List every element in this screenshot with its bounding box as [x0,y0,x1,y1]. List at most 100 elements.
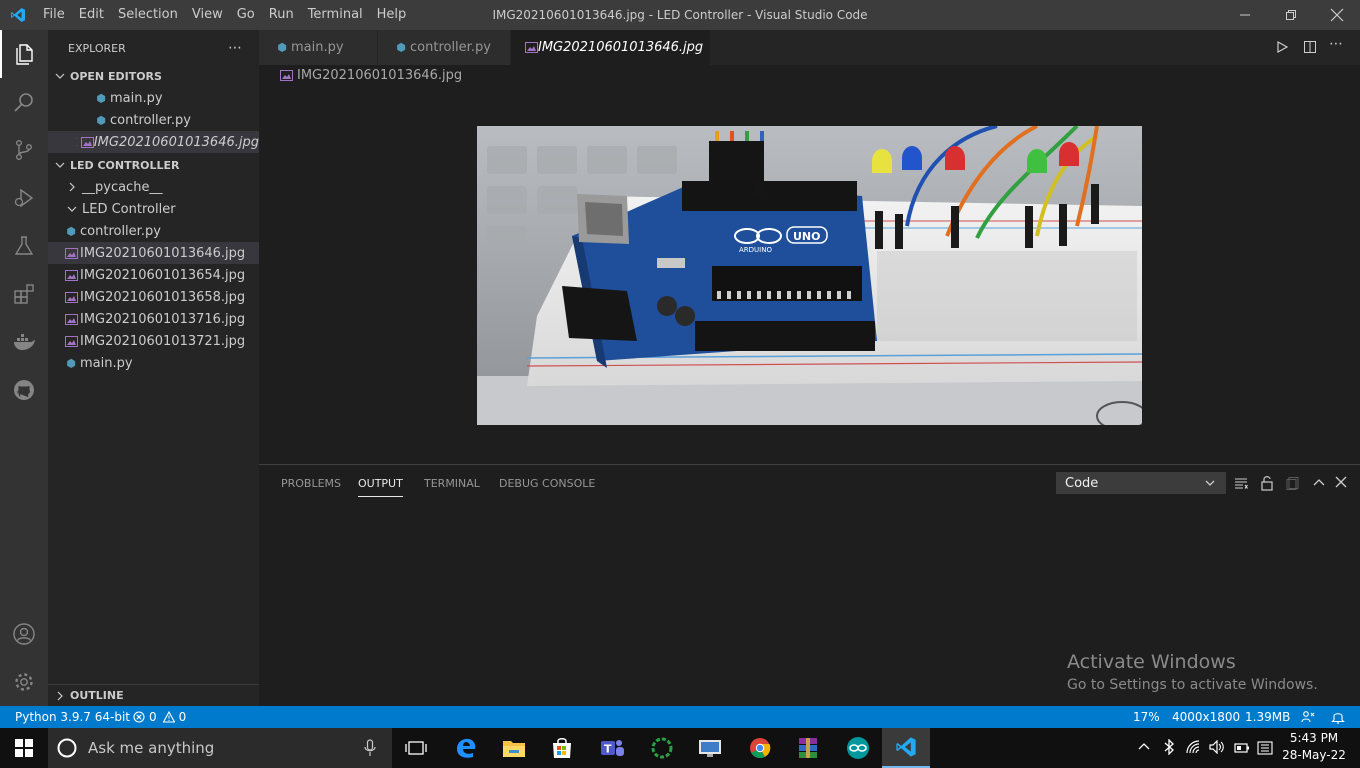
store-taskbar-button[interactable] [538,728,586,768]
tab-main-py[interactable]: ⬢ main.py [259,30,378,65]
more-actions-icon[interactable]: ⋯ [228,40,243,56]
teams-taskbar-button[interactable]: T [588,728,636,768]
circular-app-taskbar-button[interactable] [638,728,686,768]
menu-file[interactable]: File [36,0,72,30]
file-label: IMG20210601013721.jpg [80,333,246,349]
tab-terminal[interactable]: TERMINAL [424,477,480,490]
accounts-activity-button[interactable] [0,610,48,658]
menu-edit[interactable]: Edit [72,0,111,30]
close-icon [1330,8,1344,22]
tab-controller-py[interactable]: ⬢ controller.py [378,30,511,65]
manage-activity-button[interactable] [0,658,48,706]
python-interpreter[interactable]: Python 3.9.7 64-bit [15,706,130,728]
file-item[interactable]: IMG20210601013658.jpg [48,286,259,308]
battery-tray-icon[interactable] [1234,742,1250,754]
menu-go[interactable]: Go [230,0,262,30]
zoom-level[interactable]: 17% [1133,706,1160,728]
open-editor-item[interactable]: ⬢ main.py [48,87,259,109]
open-editor-item[interactable]: IMG20210601013646.jpg [48,131,259,153]
gear-icon [15,673,33,691]
close-icon [1335,476,1347,488]
folder-item[interactable]: LED Controller [48,198,259,220]
problems-indicator[interactable]: 0 0 [133,706,186,728]
edge-icon [457,738,476,758]
wifi-tray-icon[interactable] [1186,740,1202,754]
menu-terminal[interactable]: Terminal [301,0,370,30]
lock-scroll-button[interactable] [1260,475,1274,491]
close-window-button[interactable] [1314,0,1360,30]
outline-section[interactable]: OUTLINE [48,684,259,706]
menu-run[interactable]: Run [262,0,301,30]
file-label: controller.py [80,223,161,239]
image-preview[interactable]: UNO ARDUINO [477,126,1142,425]
more-actions-icon[interactable]: ⋯ [1329,36,1343,52]
tab-problems[interactable]: PROBLEMS [281,477,341,490]
tab-image[interactable]: IMG20210601013646.jpg [511,30,711,65]
file-item[interactable]: IMG20210601013646.jpg [48,242,259,264]
clock[interactable]: 5:43 PM 28-May-22 [1280,730,1348,764]
folder-label: LED Controller [82,201,176,217]
output-channel-select[interactable]: Code [1056,472,1226,494]
error-icon [133,711,145,723]
task-view-button[interactable] [392,728,440,768]
start-button[interactable] [0,728,48,768]
search-activity-button[interactable] [0,78,48,126]
file-item[interactable]: IMG20210601013654.jpg [48,264,259,286]
input-method-tray-icon[interactable] [1257,740,1273,756]
breadcrumb[interactable]: IMG20210601013646.jpg [277,68,462,83]
warning-icon [162,711,175,723]
remote-desktop-taskbar-button[interactable] [686,728,734,768]
open-editor-item[interactable]: ⬢ controller.py [48,109,259,131]
monitor-icon [699,740,721,757]
project-section[interactable]: LED CONTROLLER [48,154,259,176]
teams-icon: T [601,740,624,756]
feedback-button[interactable] [1301,710,1315,724]
run-debug-activity-button[interactable] [0,174,48,222]
speaker-icon [1209,740,1224,754]
restore-button[interactable] [1268,0,1314,30]
vscode-icon [896,737,916,757]
file-item[interactable]: ⬢ controller.py [48,220,259,242]
notifications-button[interactable] [1331,710,1345,724]
chrome-taskbar-button[interactable] [736,728,784,768]
explorer-activity-button[interactable] [0,30,48,78]
menu-help[interactable]: Help [370,0,414,30]
split-editor-button[interactable] [1303,40,1317,54]
show-hidden-icons-button[interactable] [1138,741,1150,753]
clear-output-button[interactable] [1234,476,1248,490]
image-file-icon [80,136,94,148]
menu-view[interactable]: View [185,0,230,30]
file-explorer-taskbar-button[interactable] [490,728,538,768]
maximize-panel-button[interactable] [1312,476,1326,490]
testing-activity-button[interactable] [0,222,48,270]
docker-icon [14,334,35,350]
edge-taskbar-button[interactable] [442,728,490,768]
image-file-icon [62,291,80,303]
image-file-icon [62,247,80,259]
arduino-taskbar-button[interactable] [834,728,882,768]
close-icon[interactable] [74,135,77,149]
close-panel-button[interactable] [1335,476,1347,488]
file-item[interactable]: IMG20210601013716.jpg [48,308,259,330]
docker-activity-button[interactable] [0,318,48,366]
run-button[interactable] [1275,40,1289,54]
volume-tray-icon[interactable] [1209,740,1225,754]
menu-selection[interactable]: Selection [111,0,185,30]
folder-item[interactable]: __pycache__ [48,176,259,198]
source-control-activity-button[interactable] [0,126,48,174]
search-box[interactable]: Ask me anything [48,728,392,768]
image-file-icon [277,70,295,81]
bluetooth-tray-icon[interactable] [1163,739,1175,755]
open-editors-section[interactable]: OPEN EDITORS [48,65,259,87]
extensions-activity-button[interactable] [0,270,48,318]
file-item[interactable]: ⬢ main.py [48,352,259,374]
split-editor-icon [1304,41,1316,53]
vscode-taskbar-button[interactable] [882,728,930,768]
tab-output[interactable]: OUTPUT [358,477,403,497]
tab-debug-console[interactable]: DEBUG CONSOLE [499,477,595,490]
github-activity-button[interactable] [0,366,48,414]
file-item[interactable]: IMG20210601013721.jpg [48,330,259,352]
winrar-taskbar-button[interactable] [784,728,832,768]
play-icon [1277,40,1289,54]
minimize-button[interactable] [1222,0,1268,30]
